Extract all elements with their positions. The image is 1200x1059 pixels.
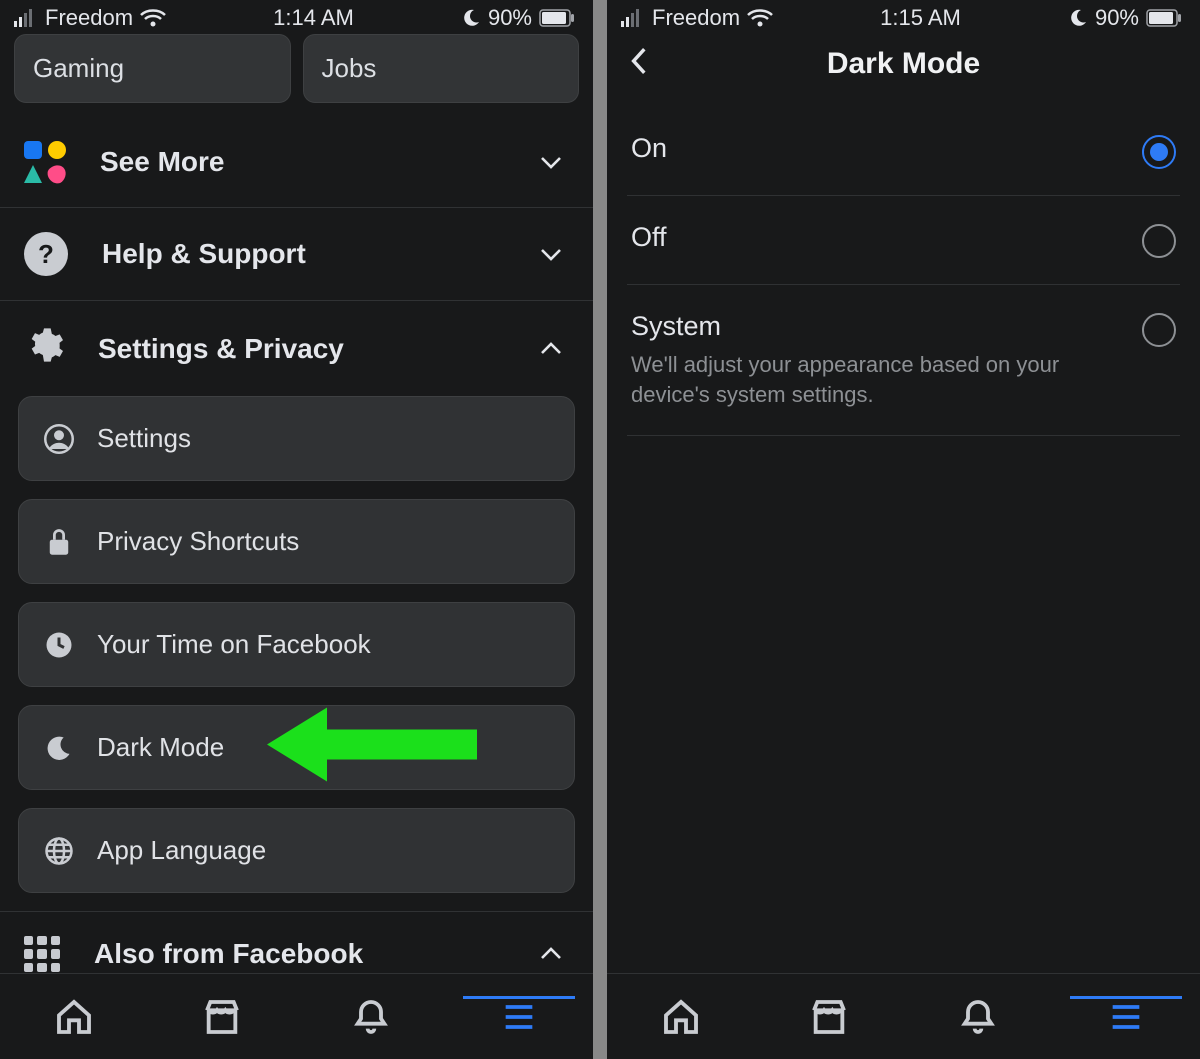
- option-off-label: Off: [631, 222, 1124, 253]
- subitem-app-language[interactable]: App Language: [18, 808, 575, 893]
- status-right: 90%: [1068, 5, 1182, 31]
- dnd-moon-icon: [1068, 8, 1088, 28]
- person-gear-icon: [41, 424, 77, 454]
- battery-icon: [1146, 9, 1182, 27]
- battery-label: 90%: [488, 5, 532, 31]
- bottom-nav: [0, 973, 593, 1059]
- option-system-label: System: [631, 311, 1124, 342]
- battery-label: 90%: [1095, 5, 1139, 31]
- question-icon: ?: [24, 232, 68, 276]
- back-button[interactable]: [627, 46, 667, 81]
- tab-home[interactable]: [0, 997, 148, 1037]
- bottom-nav: [607, 973, 1200, 1059]
- subitem-your-time[interactable]: Your Time on Facebook: [18, 602, 575, 687]
- subitem-dark-mode[interactable]: Dark Mode: [18, 705, 575, 790]
- settings-privacy-label: Settings & Privacy: [98, 333, 503, 365]
- radio-on[interactable]: [1142, 135, 1176, 169]
- menu-content: Gaming Jobs See More ? Help & Support: [0, 34, 593, 973]
- card-gaming[interactable]: Gaming: [14, 34, 291, 103]
- cellular-signal-icon: [14, 9, 38, 27]
- tab-notifications[interactable]: [904, 997, 1052, 1037]
- card-jobs[interactable]: Jobs: [303, 34, 580, 103]
- settings-privacy-row[interactable]: Settings & Privacy: [0, 301, 593, 396]
- chevron-down-icon: [537, 148, 565, 176]
- dark-mode-options: On Off System We'll adjust your appearan…: [607, 107, 1200, 973]
- subitem-settings[interactable]: Settings: [18, 396, 575, 481]
- status-left: Freedom: [621, 5, 773, 31]
- settings-privacy-subitems: Settings Privacy Shortcuts Your Time on …: [0, 396, 593, 893]
- apps-grid3-icon: [24, 936, 60, 972]
- screen-settings-menu: Freedom 1:14 AM 90% Gaming Jobs See More: [0, 0, 593, 1059]
- help-support-row[interactable]: ? Help & Support: [0, 208, 593, 300]
- screen-title: Dark Mode: [667, 47, 1140, 81]
- option-on[interactable]: On: [627, 107, 1180, 196]
- radio-off[interactable]: [1142, 224, 1176, 258]
- option-system-desc: We'll adjust your appearance based on yo…: [631, 350, 1124, 409]
- status-right: 90%: [461, 5, 575, 31]
- wifi-icon: [140, 8, 166, 28]
- clock-label: 1:15 AM: [773, 5, 1068, 31]
- gear-icon: [24, 325, 64, 372]
- option-system[interactable]: System We'll adjust your appearance base…: [627, 285, 1180, 436]
- screen-dark-mode: Freedom 1:15 AM 90% Dark Mode On: [607, 0, 1200, 1059]
- chevron-up-icon: [537, 940, 565, 968]
- clock-icon: [41, 630, 77, 660]
- subitem-dark-mode-label: Dark Mode: [97, 732, 224, 763]
- radio-system[interactable]: [1142, 313, 1176, 347]
- shortcut-cards-row: Gaming Jobs: [0, 34, 593, 117]
- subitem-settings-label: Settings: [97, 423, 191, 454]
- help-support-label: Help & Support: [102, 238, 503, 270]
- option-on-label: On: [631, 133, 1124, 164]
- also-from-facebook-label: Also from Facebook: [94, 938, 503, 970]
- see-more-label: See More: [100, 146, 503, 178]
- chevron-down-icon: [537, 240, 565, 268]
- wifi-icon: [747, 8, 773, 28]
- subitem-your-time-label: Your Time on Facebook: [97, 629, 371, 660]
- carrier-label: Freedom: [652, 5, 740, 31]
- globe-icon: [41, 836, 77, 866]
- tab-notifications[interactable]: [297, 997, 445, 1037]
- active-tab-indicator: [463, 996, 576, 999]
- clock-label: 1:14 AM: [166, 5, 461, 31]
- lock-icon: [41, 527, 77, 557]
- status-bar: Freedom 1:14 AM 90%: [0, 0, 593, 34]
- battery-icon: [539, 9, 575, 27]
- active-tab-indicator: [1070, 996, 1183, 999]
- chevron-up-icon: [537, 335, 565, 363]
- annotation-arrow-icon: [267, 701, 477, 794]
- status-left: Freedom: [14, 5, 166, 31]
- tab-home[interactable]: [607, 997, 755, 1037]
- option-off[interactable]: Off: [627, 196, 1180, 285]
- moon-icon: [41, 734, 77, 762]
- status-bar: Freedom 1:15 AM 90%: [607, 0, 1200, 34]
- subitem-privacy-shortcuts[interactable]: Privacy Shortcuts: [18, 499, 575, 584]
- cellular-signal-icon: [621, 9, 645, 27]
- also-from-facebook-row[interactable]: Also from Facebook: [0, 912, 593, 973]
- apps-grid-icon: [24, 141, 66, 183]
- tab-marketplace[interactable]: [755, 997, 903, 1037]
- carrier-label: Freedom: [45, 5, 133, 31]
- tab-menu[interactable]: [445, 997, 593, 1037]
- subitem-app-language-label: App Language: [97, 835, 266, 866]
- screen-header: Dark Mode: [607, 34, 1200, 107]
- tab-menu[interactable]: [1052, 997, 1200, 1037]
- tab-marketplace[interactable]: [148, 997, 296, 1037]
- dnd-moon-icon: [461, 8, 481, 28]
- see-more-row[interactable]: See More: [0, 117, 593, 207]
- subitem-privacy-label: Privacy Shortcuts: [97, 526, 299, 557]
